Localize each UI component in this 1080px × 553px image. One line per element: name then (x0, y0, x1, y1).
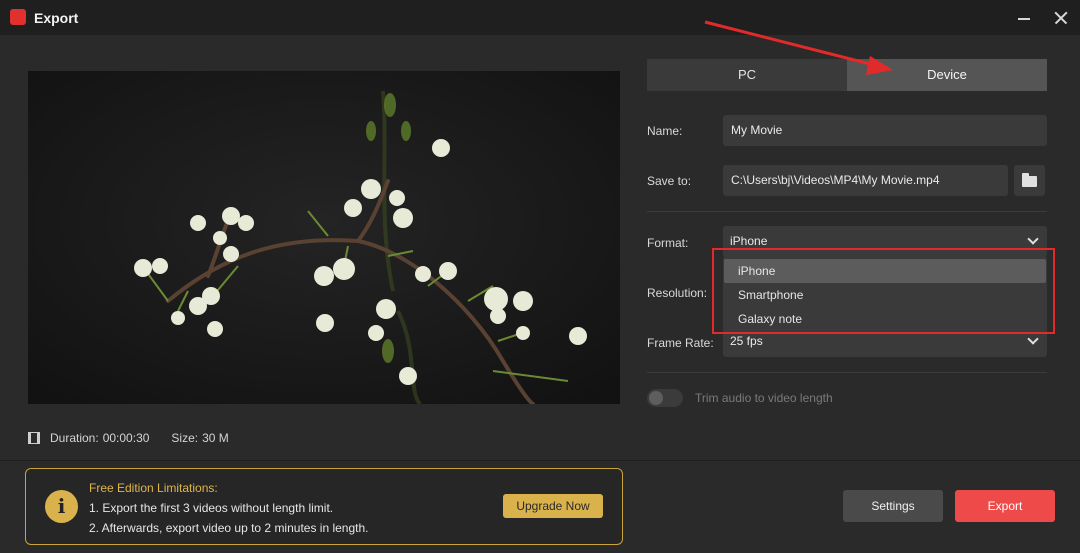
frame-rate-value: 25 fps (730, 334, 763, 348)
trim-audio-toggle[interactable] (647, 389, 683, 407)
name-label: Name: (647, 124, 683, 138)
footer-divider (0, 460, 1080, 461)
format-label: Format: (647, 236, 689, 250)
chevron-down-icon (1027, 333, 1039, 345)
tab-pc[interactable]: PC (647, 59, 847, 91)
toggle-knob (649, 391, 663, 405)
duration-label: Duration: (50, 431, 99, 445)
video-info: Duration: 00:00:30 Size: 30 M (28, 431, 233, 445)
trim-audio-label: Trim audio to video length (695, 391, 833, 405)
size-value: 30 M (202, 431, 229, 445)
settings-button[interactable]: Settings (843, 490, 943, 522)
format-value: iPhone (730, 234, 768, 248)
info-icon: i (45, 490, 78, 523)
app-logo-icon (10, 9, 26, 25)
export-button[interactable]: Export (955, 490, 1055, 522)
video-preview (28, 71, 620, 404)
minimize-icon[interactable] (1012, 7, 1034, 29)
folder-icon (1022, 173, 1037, 187)
notice-title: Free Edition Limitations: (89, 481, 218, 495)
annotation-highlight-box (712, 248, 1055, 334)
divider (647, 372, 1047, 373)
resolution-label: Resolution: (647, 286, 708, 300)
duration-value: 00:00:30 (102, 431, 150, 445)
size-label: Size: (171, 431, 199, 445)
free-edition-notice: i Free Edition Limitations: 1. Export th… (25, 468, 623, 545)
save-path-input[interactable]: C:\Users\bj\Videos\MP4\My Movie.mp4 (723, 165, 1008, 196)
film-icon (28, 432, 40, 444)
export-target-tabs: PC Device (647, 59, 1047, 91)
browse-folder-button[interactable] (1014, 165, 1045, 196)
close-icon[interactable] (1050, 7, 1072, 29)
upgrade-now-button[interactable]: Upgrade Now (503, 494, 603, 518)
frame-rate-label: Frame Rate: (647, 336, 714, 350)
divider (647, 211, 1047, 212)
chevron-down-icon (1027, 233, 1039, 245)
notice-line-2: 2. Afterwards, export video up to 2 minu… (89, 521, 369, 535)
notice-line-1: 1. Export the first 3 videos without len… (89, 501, 334, 515)
flower-branch-preview (28, 71, 620, 404)
window-title: Export (34, 10, 79, 26)
tab-device[interactable]: Device (847, 59, 1047, 91)
name-input[interactable]: My Movie (723, 115, 1047, 146)
save-to-label: Save to: (647, 174, 692, 188)
title-bar: Export (0, 0, 1080, 35)
